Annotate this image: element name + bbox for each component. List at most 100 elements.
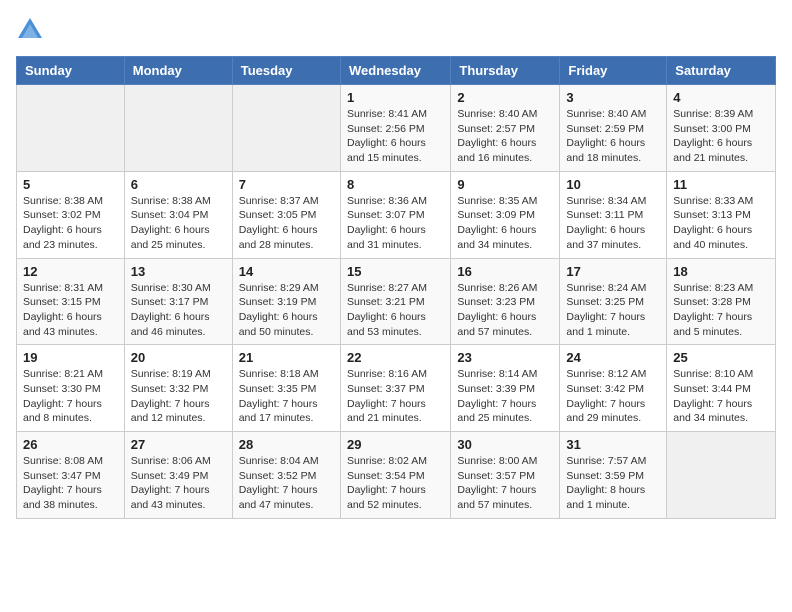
- calendar-day-10: 10Sunrise: 8:34 AM Sunset: 3:11 PM Dayli…: [560, 171, 667, 258]
- day-number: 19: [23, 350, 118, 365]
- calendar-week-row: 26 Sunrise: 8:08 AM Sunset: 3:47 PM Dayli…: [17, 432, 776, 519]
- calendar-week-row: 12 Sunrise: 8:31 AM Sunset: 3:15 PM Dayli…: [17, 258, 776, 345]
- calendar-day-4: 4 Sunrise: 8:39 AM Sunset: 3:00 PM Daylig…: [667, 85, 776, 172]
- day-info: Sunrise: 8:04 AM Sunset: 3:52 PM Dayligh…: [239, 454, 334, 513]
- day-info: Sunrise: 8:06 AM Sunset: 3:49 PM Dayligh…: [131, 454, 226, 513]
- page-header: [16, 16, 776, 44]
- calendar-week-row: 5 Sunrise: 8:38 AM Sunset: 3:02 PM Daylig…: [17, 171, 776, 258]
- day-number: 1: [347, 90, 444, 105]
- calendar-day-29: 29Sunrise: 8:02 AM Sunset: 3:54 PM Dayli…: [340, 432, 450, 519]
- day-info: Sunrise: 8:18 AM Sunset: 3:35 PM Dayligh…: [239, 367, 334, 426]
- day-number: 18: [673, 264, 769, 279]
- day-info: Sunrise: 8:36 AM Sunset: 3:07 PM Dayligh…: [347, 194, 444, 253]
- calendar-day-28: 28 Sunrise: 8:04 AM Sunset: 3:52 PM Dayli…: [232, 432, 340, 519]
- day-number: 3: [566, 90, 660, 105]
- calendar-day-19: 19 Sunrise: 8:21 AM Sunset: 3:30 PM Dayli…: [17, 345, 125, 432]
- day-number: 26: [23, 437, 118, 452]
- calendar-day-23: 23Sunrise: 8:14 AM Sunset: 3:39 PM Dayli…: [451, 345, 560, 432]
- calendar-day-3: 3 Sunrise: 8:40 AM Sunset: 2:59 PM Daylig…: [560, 85, 667, 172]
- weekday-header-tuesday: Tuesday: [232, 57, 340, 85]
- calendar-day-16: 16 Sunrise: 8:26 AM Sunset: 3:23 PM Dayli…: [451, 258, 560, 345]
- calendar-empty-cell: [17, 85, 125, 172]
- day-info: Sunrise: 8:40 AM Sunset: 2:57 PM Dayligh…: [457, 107, 553, 166]
- day-info: Sunrise: 8:14 AM Sunset: 3:39 PM Dayligh…: [457, 367, 553, 426]
- day-number: 31: [566, 437, 660, 452]
- day-info: Sunrise: 8:12 AM Sunset: 3:42 PM Dayligh…: [566, 367, 660, 426]
- day-info: Sunrise: 8:26 AM Sunset: 3:23 PM Dayligh…: [457, 281, 553, 340]
- day-number: 16: [457, 264, 553, 279]
- day-number: 6: [131, 177, 226, 192]
- calendar-day-9: 9 Sunrise: 8:35 AM Sunset: 3:09 PM Daylig…: [451, 171, 560, 258]
- calendar-empty-cell: [232, 85, 340, 172]
- day-info: Sunrise: 8:16 AM Sunset: 3:37 PM Dayligh…: [347, 367, 444, 426]
- calendar-table: SundayMondayTuesdayWednesdayThursdayFrid…: [16, 56, 776, 519]
- day-info: Sunrise: 8:27 AM Sunset: 3:21 PM Dayligh…: [347, 281, 444, 340]
- calendar-day-7: 7Sunrise: 8:37 AM Sunset: 3:05 PM Daylig…: [232, 171, 340, 258]
- day-number: 8: [347, 177, 444, 192]
- day-info: Sunrise: 8:29 AM Sunset: 3:19 PM Dayligh…: [239, 281, 334, 340]
- day-number: 20: [131, 350, 226, 365]
- day-info: Sunrise: 8:38 AM Sunset: 3:04 PM Dayligh…: [131, 194, 226, 253]
- weekday-header-monday: Monday: [124, 57, 232, 85]
- calendar-day-22: 22Sunrise: 8:16 AM Sunset: 3:37 PM Dayli…: [340, 345, 450, 432]
- calendar-day-26: 26 Sunrise: 8:08 AM Sunset: 3:47 PM Dayli…: [17, 432, 125, 519]
- calendar-day-1: 1 Sunrise: 8:41 AM Sunset: 2:56 PM Daylig…: [340, 85, 450, 172]
- day-number: 17: [566, 264, 660, 279]
- day-info: Sunrise: 8:40 AM Sunset: 2:59 PM Dayligh…: [566, 107, 660, 166]
- calendar-day-12: 12 Sunrise: 8:31 AM Sunset: 3:15 PM Dayli…: [17, 258, 125, 345]
- day-info: Sunrise: 8:19 AM Sunset: 3:32 PM Dayligh…: [131, 367, 226, 426]
- weekday-header-saturday: Saturday: [667, 57, 776, 85]
- calendar-empty-cell: [667, 432, 776, 519]
- day-info: Sunrise: 8:10 AM Sunset: 3:44 PM Dayligh…: [673, 367, 769, 426]
- calendar-day-2: 2 Sunrise: 8:40 AM Sunset: 2:57 PM Daylig…: [451, 85, 560, 172]
- day-info: Sunrise: 8:23 AM Sunset: 3:28 PM Dayligh…: [673, 281, 769, 340]
- day-info: Sunrise: 8:41 AM Sunset: 2:56 PM Dayligh…: [347, 107, 444, 166]
- calendar-day-17: 17Sunrise: 8:24 AM Sunset: 3:25 PM Dayli…: [560, 258, 667, 345]
- day-info: Sunrise: 8:33 AM Sunset: 3:13 PM Dayligh…: [673, 194, 769, 253]
- day-number: 12: [23, 264, 118, 279]
- calendar-day-25: 25 Sunrise: 8:10 AM Sunset: 3:44 PM Dayli…: [667, 345, 776, 432]
- day-number: 13: [131, 264, 226, 279]
- calendar-day-15: 15 Sunrise: 8:27 AM Sunset: 3:21 PM Dayli…: [340, 258, 450, 345]
- day-info: Sunrise: 8:31 AM Sunset: 3:15 PM Dayligh…: [23, 281, 118, 340]
- day-number: 10: [566, 177, 660, 192]
- calendar-day-5: 5 Sunrise: 8:38 AM Sunset: 3:02 PM Daylig…: [17, 171, 125, 258]
- day-info: Sunrise: 8:38 AM Sunset: 3:02 PM Dayligh…: [23, 194, 118, 253]
- day-info: Sunrise: 7:57 AM Sunset: 3:59 PM Dayligh…: [566, 454, 660, 513]
- calendar-day-11: 11 Sunrise: 8:33 AM Sunset: 3:13 PM Dayli…: [667, 171, 776, 258]
- calendar-day-13: 13 Sunrise: 8:30 AM Sunset: 3:17 PM Dayli…: [124, 258, 232, 345]
- weekday-header-wednesday: Wednesday: [340, 57, 450, 85]
- day-info: Sunrise: 8:21 AM Sunset: 3:30 PM Dayligh…: [23, 367, 118, 426]
- calendar-week-row: 1 Sunrise: 8:41 AM Sunset: 2:56 PM Daylig…: [17, 85, 776, 172]
- calendar-day-21: 21Sunrise: 8:18 AM Sunset: 3:35 PM Dayli…: [232, 345, 340, 432]
- calendar-day-31: 31 Sunrise: 7:57 AM Sunset: 3:59 PM Dayli…: [560, 432, 667, 519]
- logo: [16, 16, 48, 44]
- day-number: 24: [566, 350, 660, 365]
- day-number: 11: [673, 177, 769, 192]
- weekday-header-row: SundayMondayTuesdayWednesdayThursdayFrid…: [17, 57, 776, 85]
- calendar-empty-cell: [124, 85, 232, 172]
- day-number: 9: [457, 177, 553, 192]
- day-info: Sunrise: 8:39 AM Sunset: 3:00 PM Dayligh…: [673, 107, 769, 166]
- day-number: 5: [23, 177, 118, 192]
- calendar-day-8: 8 Sunrise: 8:36 AM Sunset: 3:07 PM Daylig…: [340, 171, 450, 258]
- calendar-day-6: 6 Sunrise: 8:38 AM Sunset: 3:04 PM Daylig…: [124, 171, 232, 258]
- day-number: 29: [347, 437, 444, 452]
- day-number: 25: [673, 350, 769, 365]
- day-number: 30: [457, 437, 553, 452]
- day-number: 15: [347, 264, 444, 279]
- day-number: 14: [239, 264, 334, 279]
- calendar-day-30: 30Sunrise: 8:00 AM Sunset: 3:57 PM Dayli…: [451, 432, 560, 519]
- day-number: 4: [673, 90, 769, 105]
- calendar-week-row: 19 Sunrise: 8:21 AM Sunset: 3:30 PM Dayli…: [17, 345, 776, 432]
- calendar-day-24: 24 Sunrise: 8:12 AM Sunset: 3:42 PM Dayli…: [560, 345, 667, 432]
- calendar-day-20: 20 Sunrise: 8:19 AM Sunset: 3:32 PM Dayli…: [124, 345, 232, 432]
- day-number: 2: [457, 90, 553, 105]
- logo-icon: [16, 16, 44, 44]
- calendar-day-27: 27 Sunrise: 8:06 AM Sunset: 3:49 PM Dayli…: [124, 432, 232, 519]
- day-number: 28: [239, 437, 334, 452]
- day-info: Sunrise: 8:30 AM Sunset: 3:17 PM Dayligh…: [131, 281, 226, 340]
- day-info: Sunrise: 8:35 AM Sunset: 3:09 PM Dayligh…: [457, 194, 553, 253]
- day-info: Sunrise: 8:08 AM Sunset: 3:47 PM Dayligh…: [23, 454, 118, 513]
- day-number: 27: [131, 437, 226, 452]
